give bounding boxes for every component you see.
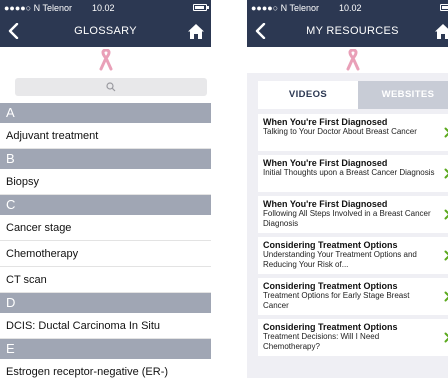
section-header-d: D [0,293,211,313]
section-header-e: E [0,339,211,359]
pink-ribbon-icon [99,49,112,71]
section-header-a: A [0,103,211,123]
battery-icon [440,4,448,11]
video-card[interactable]: When You're First Diagnosed Following All… [258,196,448,233]
video-card-subtitle: Initial Thoughts upon a Breast Cancer Di… [263,168,435,177]
search-area [0,73,211,103]
video-card[interactable]: Considering Treatment Options Understandi… [258,237,448,274]
video-card-subtitle: Following All Steps Involved in a Breast… [263,209,431,228]
video-card-title: When You're First Diagnosed [263,199,388,209]
resources-content: VIDEOS WEBSITES When You're First Diagno… [247,73,448,378]
chevron-right-icon [444,291,448,302]
chevron-right-icon [444,332,448,343]
chevron-right-icon [444,250,448,261]
video-card[interactable]: When You're First Diagnosed Initial Thoug… [258,155,448,192]
video-card[interactable]: When You're First Diagnosed Talking to Yo… [258,114,448,151]
section-header-c: C [0,195,211,215]
clock: 10.02 [339,3,362,13]
video-card-title: Considering Treatment Options [263,322,398,332]
glossary-screen: ●●●●○ N Telenor 10.02 GLOSSARY A Adjuvant… [0,0,211,378]
tab-websites[interactable]: WEBSITES [358,81,448,109]
glossary-term-row[interactable]: Estrogen receptor-negative (ER-) [0,359,211,378]
chevron-right-icon [444,168,448,179]
glossary-term-row[interactable]: Chemotherapy [0,241,211,267]
video-card-title: When You're First Diagnosed [263,158,388,168]
video-card[interactable]: Considering Treatment Options Treatment O… [258,278,448,315]
ribbon-banner [247,47,448,73]
glossary-term-row[interactable]: Adjuvant treatment [0,123,211,149]
glossary-term-row[interactable]: Cancer stage [0,215,211,241]
glossary-list: A Adjuvant treatment B Biopsy C Cancer stage C… [0,103,211,378]
glossary-term-row[interactable]: DCIS: Ductal Carcinoma In Situ [0,313,211,339]
video-card-title: When You're First Diagnosed [263,117,388,127]
search-icon [106,82,116,92]
tab-videos[interactable]: VIDEOS [258,81,358,109]
video-card[interactable]: Considering Treatment Options Treatment D… [258,319,448,356]
status-bar: ●●●●○ N Telenor 10.02 [247,0,448,16]
search-input[interactable] [15,78,207,96]
nav-bar: GLOSSARY [0,16,211,47]
video-card-title: Considering Treatment Options [263,281,398,291]
chevron-right-icon [444,209,448,220]
pink-ribbon-icon [346,49,359,71]
clock: 10.02 [92,3,115,13]
resources-screen: ●●●●○ N Telenor 10.02 MY RESOURCES VIDEO… [247,0,448,378]
home-icon[interactable] [434,23,448,40]
status-bar: ●●●●○ N Telenor 10.02 [0,0,211,16]
ribbon-banner [0,47,211,73]
video-card-subtitle: Understanding Your Treatment Options and… [263,250,417,269]
carrier-label: ●●●●○ N Telenor [251,3,320,13]
carrier-label: ●●●●○ N Telenor [4,3,73,13]
glossary-term-row[interactable]: CT scan [0,267,211,293]
tab-bar: VIDEOS WEBSITES [258,81,448,109]
battery-icon [193,4,209,11]
page-title: GLOSSARY [74,25,137,37]
page-title: MY RESOURCES [306,25,399,37]
video-card-subtitle: Treatment Options for Early Stage Breast… [263,291,410,310]
video-card-title: Considering Treatment Options [263,240,398,250]
nav-bar: MY RESOURCES [247,16,448,47]
glossary-term-row[interactable]: Biopsy [0,169,211,195]
video-card-subtitle: Treatment Decisions: Will I Need Chemoth… [263,332,380,351]
section-header-b: B [0,149,211,169]
video-card-subtitle: Talking to Your Doctor About Breast Canc… [263,127,417,136]
home-icon[interactable] [187,23,205,40]
video-list: When You're First Diagnosed Talking to Yo… [258,114,448,360]
chevron-right-icon [444,127,448,138]
